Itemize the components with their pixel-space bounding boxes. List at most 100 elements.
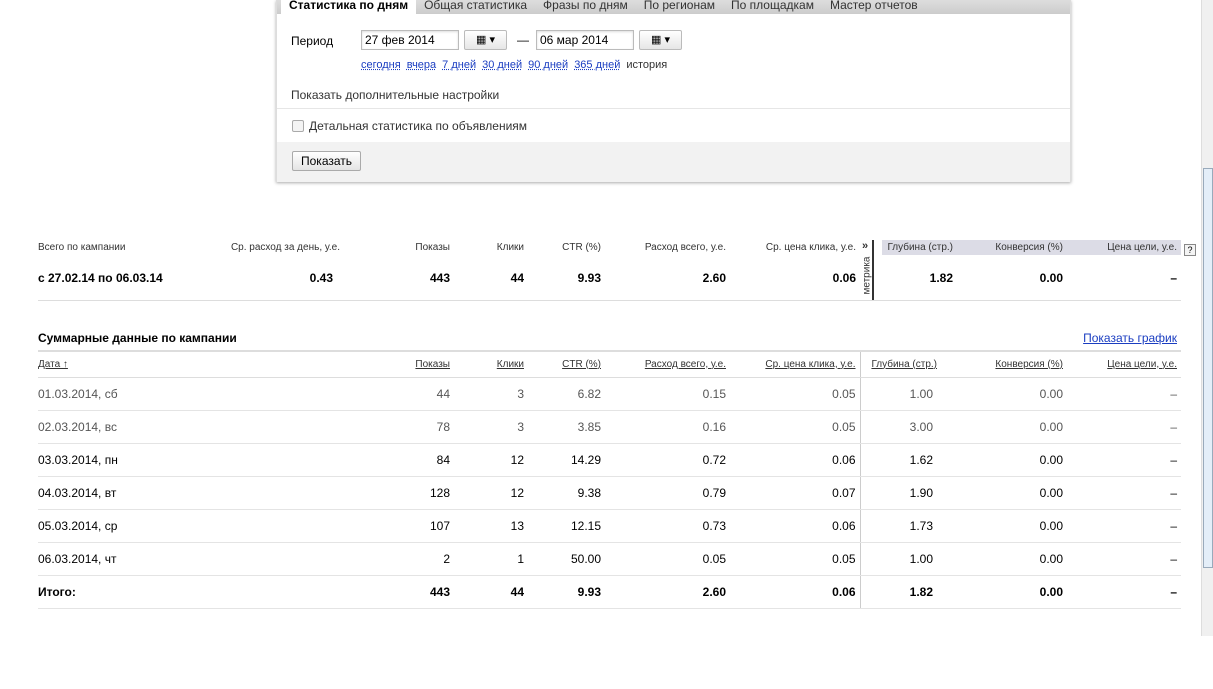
tab-regions[interactable]: По регионам bbox=[636, 0, 723, 14]
scrollbar[interactable] bbox=[1201, 0, 1213, 636]
tab-phrases[interactable]: Фразы по дням bbox=[535, 0, 636, 14]
date-from-input[interactable]: 27 фев 2014 bbox=[361, 30, 459, 50]
cell-date: 02.03.2014, вс bbox=[38, 410, 380, 444]
calendar-icon: ▦ ▾ bbox=[651, 34, 670, 46]
cell-cpc: 0.06 bbox=[730, 509, 860, 543]
col-spend: Расход всего, у.е. bbox=[644, 242, 726, 254]
link-7-days[interactable]: 7 дней bbox=[442, 59, 476, 71]
detail-stats-option[interactable]: Детальная статистика по объявлениям bbox=[292, 119, 527, 133]
cell-ctr: 12.15 bbox=[528, 509, 605, 543]
more-settings-link[interactable]: Показать дополнительные настройки bbox=[291, 88, 499, 102]
table-row: 02.03.2014, вс 78 3 3.85 0.16 0.05 3.00 0.00– bbox=[38, 410, 1181, 444]
cell-cpc: 0.05 bbox=[730, 542, 860, 576]
period-dash: — bbox=[517, 33, 529, 47]
sort-ctr-header[interactable]: CTR (%) bbox=[528, 351, 605, 378]
summary-cpc: 0.06 bbox=[832, 270, 856, 285]
sort-date-header[interactable]: Дата ↑ bbox=[38, 351, 380, 378]
total-row: Итого: 443 44 9.93 2.60 0.06 1.82 0.00– bbox=[38, 575, 1181, 609]
cell-impressions: 107 bbox=[380, 509, 454, 543]
summary-depth: 1.82 bbox=[929, 270, 953, 285]
cell-ctr: 9.93 bbox=[528, 575, 605, 609]
show-button[interactable]: Показать bbox=[292, 151, 362, 171]
cell-spend: 0.72 bbox=[605, 443, 730, 477]
summary-impressions: 443 bbox=[429, 270, 450, 285]
cell-impressions: 44 bbox=[380, 377, 454, 411]
link-30-days[interactable]: 30 дней bbox=[482, 59, 522, 71]
col-conversion: Конверсия (%) bbox=[957, 240, 1067, 256]
cell-clicks: 12 bbox=[454, 476, 528, 510]
metrika-label: метрика bbox=[861, 256, 873, 295]
summary-row: с 27.02.14 по 06.03.14 0.43 443 44 9.93 … bbox=[38, 255, 1181, 301]
cell-cpc: 0.06 bbox=[730, 575, 860, 609]
cell-goal-cost: – bbox=[1067, 476, 1181, 510]
table-row: 04.03.2014, вт 128 12 9.38 0.79 0.07 1.90 0.00– bbox=[38, 476, 1181, 510]
sort-conversion-header[interactable]: Конверсия (%) bbox=[957, 351, 1067, 378]
calendar-icon: ▦ ▾ bbox=[476, 34, 495, 46]
cell-ctr: 14.29 bbox=[528, 443, 605, 477]
cell-clicks: 12 bbox=[454, 443, 528, 477]
col-clicks: Клики bbox=[496, 242, 524, 254]
detail-stats-label: Детальная статистика по объявлениям bbox=[309, 119, 528, 133]
date-to-input[interactable]: 06 мар 2014 bbox=[536, 30, 634, 50]
cell-conversion: 0.00 bbox=[957, 509, 1067, 543]
history-link[interactable]: история bbox=[626, 59, 667, 71]
sort-spend-header[interactable]: Расход всего, у.е. bbox=[605, 351, 730, 378]
cell-spend: 0.05 bbox=[605, 542, 730, 576]
cell-clicks: 3 bbox=[454, 410, 528, 444]
filter-panel: Статистика по дням Общая статистика Фраз… bbox=[276, 0, 1071, 182]
cell-conversion: 0.00 bbox=[957, 443, 1067, 477]
link-365-days[interactable]: 365 дней bbox=[574, 59, 620, 71]
cell-clicks: 3 bbox=[454, 377, 528, 411]
cell-clicks: 1 bbox=[454, 542, 528, 576]
summary-spend: 2.60 bbox=[702, 270, 726, 285]
cell-depth: 1.82 bbox=[859, 575, 957, 609]
cell-impressions: 84 bbox=[380, 443, 454, 477]
cell-date: Итого: bbox=[38, 575, 380, 609]
help-icon[interactable]: ? bbox=[1184, 244, 1196, 256]
col-impressions: Показы bbox=[415, 242, 450, 254]
cell-conversion: 0.00 bbox=[957, 575, 1067, 609]
period-label: Период bbox=[291, 34, 334, 48]
sort-clicks-header[interactable]: Клики bbox=[454, 351, 528, 378]
link-yesterday[interactable]: вчера bbox=[407, 59, 436, 71]
metrika-arrow-icon: » bbox=[862, 240, 869, 252]
metrika-toggle[interactable]: » метрика bbox=[860, 240, 882, 301]
cell-date: 04.03.2014, вт bbox=[38, 476, 380, 510]
cell-goal-cost: – bbox=[1067, 377, 1181, 411]
cell-depth: 3.00 bbox=[859, 410, 957, 444]
col-total: Всего по кампании bbox=[38, 242, 126, 254]
cell-ctr: 3.85 bbox=[528, 410, 605, 444]
cell-goal-cost: – bbox=[1067, 410, 1181, 444]
tab-sites[interactable]: По площадкам bbox=[723, 0, 822, 14]
table-row: 06.03.2014, чт 2 1 50.00 0.05 0.05 1.00 0.00– bbox=[38, 542, 1181, 576]
cell-depth: 1.90 bbox=[859, 476, 957, 510]
summary-goal-cost: – bbox=[1170, 270, 1177, 285]
cell-impressions: 2 bbox=[380, 542, 454, 576]
calendar-to-button[interactable]: ▦ ▾ bbox=[639, 30, 682, 50]
cell-ctr: 9.38 bbox=[528, 476, 605, 510]
show-chart-link[interactable]: Показать график bbox=[1083, 331, 1177, 345]
col-avg-cpc: Ср. цена клика, у.е. bbox=[765, 242, 856, 254]
tab-report-wizard[interactable]: Мастер отчетов bbox=[822, 0, 926, 14]
link-today[interactable]: сегодня bbox=[361, 59, 401, 71]
detail-stats-checkbox[interactable] bbox=[292, 120, 304, 132]
cell-goal-cost: – bbox=[1067, 509, 1181, 543]
cell-goal-cost: – bbox=[1067, 443, 1181, 477]
cell-date: 05.03.2014, ср bbox=[38, 509, 380, 543]
sort-goal-cost-header[interactable]: Цена цели, у.е. bbox=[1067, 351, 1181, 378]
tab-general[interactable]: Общая статистика bbox=[416, 0, 535, 14]
cell-goal-cost: – bbox=[1067, 575, 1181, 609]
calendar-from-button[interactable]: ▦ ▾ bbox=[464, 30, 507, 50]
footer-faded-text bbox=[38, 630, 198, 638]
link-90-days[interactable]: 90 дней bbox=[528, 59, 568, 71]
daily-header-row: Дата ↑ Показы Клики CTR (%) Расход всего… bbox=[38, 351, 1181, 378]
summary-header-row: Всего по кампании Ср. расход за день, у.… bbox=[38, 240, 1181, 300]
sort-depth-header[interactable]: Глубина (стр.) bbox=[859, 351, 957, 378]
sort-impressions-header[interactable]: Показы bbox=[380, 351, 454, 378]
col-goal-cost: Цена цели, у.е. bbox=[1067, 240, 1181, 256]
cell-depth: 1.00 bbox=[859, 377, 957, 411]
scrollbar-thumb[interactable] bbox=[1203, 168, 1213, 568]
cell-spend: 0.79 bbox=[605, 476, 730, 510]
tab-by-days[interactable]: Статистика по дням bbox=[281, 0, 417, 14]
sort-cpc-header[interactable]: Ср. цена клика, у.е. bbox=[730, 351, 860, 378]
